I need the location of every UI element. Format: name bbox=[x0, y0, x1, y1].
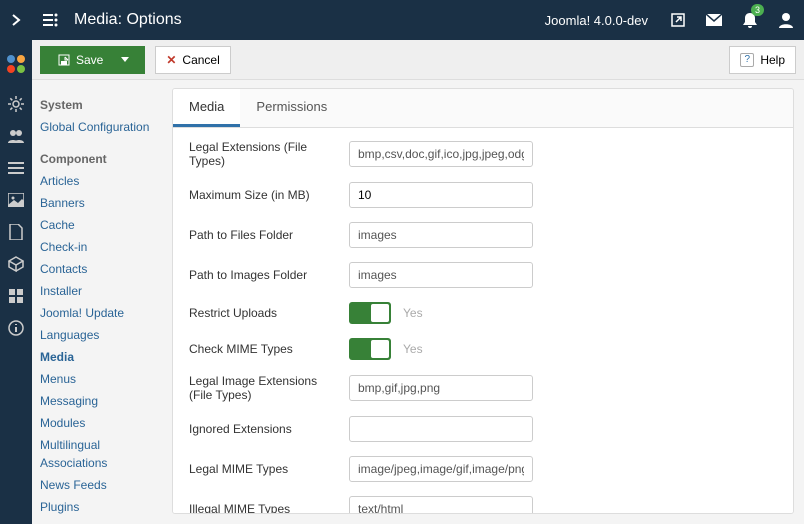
list-icon[interactable] bbox=[0, 152, 32, 184]
restrict-uploads-toggle[interactable] bbox=[349, 302, 391, 324]
icon-sidebar bbox=[0, 40, 32, 524]
sidebar-link-joomla-update[interactable]: Joomla! Update bbox=[40, 302, 164, 324]
restrict-uploads-label: Restrict Uploads bbox=[189, 306, 349, 320]
tab-permissions[interactable]: Permissions bbox=[240, 89, 343, 127]
sidebar-link-banners[interactable]: Banners bbox=[40, 192, 164, 214]
legal-mime-input[interactable] bbox=[349, 456, 533, 482]
sidebar-link-media[interactable]: Media bbox=[40, 346, 164, 368]
sidebar-link-global-configuration[interactable]: Global Configuration bbox=[40, 116, 164, 138]
top-bar: Media: Options Joomla! 4.0.0-dev 3 bbox=[0, 0, 804, 40]
notification-badge: 3 bbox=[751, 4, 764, 16]
save-dropdown-button[interactable] bbox=[121, 46, 145, 74]
illegal-mime-input[interactable] bbox=[349, 496, 533, 514]
sidebar-link-messaging[interactable]: Messaging bbox=[40, 390, 164, 412]
file-icon[interactable] bbox=[0, 216, 32, 248]
toolbar: Save ✕ Cancel ? Help bbox=[32, 40, 804, 80]
illegal-mime-label: Illegal MIME Types bbox=[189, 502, 349, 514]
brand-label[interactable]: Joomla! 4.0.0-dev bbox=[545, 13, 648, 28]
help-icon: ? bbox=[740, 53, 754, 67]
sidebar-link-menus[interactable]: Menus bbox=[40, 368, 164, 390]
user-menu-button[interactable] bbox=[768, 0, 804, 40]
path-images-input[interactable] bbox=[349, 262, 533, 288]
ignored-ext-input[interactable] bbox=[349, 416, 533, 442]
sidebar-link-modules[interactable]: Modules bbox=[40, 412, 164, 434]
tab-media[interactable]: Media bbox=[173, 89, 240, 127]
check-mime-value: Yes bbox=[403, 342, 423, 356]
image-icon[interactable] bbox=[0, 184, 32, 216]
modules-icon[interactable] bbox=[0, 280, 32, 312]
options-panel: Media Permissions Legal Extensions (File… bbox=[172, 88, 794, 514]
legal-extensions-label: Legal Extensions (File Types) bbox=[189, 140, 349, 168]
legal-image-ext-label: Legal Image Extensions (File Types) bbox=[189, 374, 349, 402]
settings-sidebar: System Global Configuration Component Ar… bbox=[32, 80, 172, 524]
legal-image-ext-input[interactable] bbox=[349, 375, 533, 401]
sidebar-link-news-feeds[interactable]: News Feeds bbox=[40, 474, 164, 496]
gear-icon[interactable] bbox=[0, 88, 32, 120]
check-mime-toggle[interactable] bbox=[349, 338, 391, 360]
restrict-uploads-value: Yes bbox=[403, 306, 423, 320]
save-button[interactable]: Save bbox=[40, 46, 121, 74]
sidebar-link-installer[interactable]: Installer bbox=[40, 280, 164, 302]
caret-down-icon bbox=[121, 57, 129, 62]
ignored-ext-label: Ignored Extensions bbox=[189, 422, 349, 436]
options-icon bbox=[32, 0, 70, 40]
sidebar-heading-system: System bbox=[40, 98, 164, 112]
path-files-input[interactable] bbox=[349, 222, 533, 248]
sidebar-toggle-button[interactable] bbox=[0, 0, 32, 40]
cancel-button-label: Cancel bbox=[182, 53, 219, 67]
external-link-button[interactable] bbox=[660, 0, 696, 40]
sidebar-link-post-installation-messages[interactable]: Post-installation Messages bbox=[40, 518, 164, 524]
path-images-label: Path to Images Folder bbox=[189, 268, 349, 282]
sidebar-link-cache[interactable]: Cache bbox=[40, 214, 164, 236]
messages-button[interactable] bbox=[696, 0, 732, 40]
check-mime-label: Check MIME Types bbox=[189, 342, 349, 356]
info-icon[interactable] bbox=[0, 312, 32, 344]
sidebar-link-multilingual-associations[interactable]: Multilingual Associations bbox=[40, 434, 164, 474]
maximum-size-input[interactable] bbox=[349, 182, 533, 208]
maximum-size-label: Maximum Size (in MB) bbox=[189, 188, 349, 202]
close-icon: ✕ bbox=[166, 53, 176, 67]
cancel-button[interactable]: ✕ Cancel bbox=[155, 46, 230, 74]
legal-mime-label: Legal MIME Types bbox=[189, 462, 349, 476]
sidebar-link-languages[interactable]: Languages bbox=[40, 324, 164, 346]
sidebar-link-plugins[interactable]: Plugins bbox=[40, 496, 164, 518]
save-button-label: Save bbox=[76, 53, 103, 67]
path-files-label: Path to Files Folder bbox=[189, 228, 349, 242]
users-icon[interactable] bbox=[0, 120, 32, 152]
sidebar-heading-component: Component bbox=[40, 152, 164, 166]
notifications-button[interactable]: 3 bbox=[732, 0, 768, 40]
save-icon bbox=[58, 54, 70, 66]
page-title: Media: Options bbox=[74, 11, 182, 29]
sidebar-link-contacts[interactable]: Contacts bbox=[40, 258, 164, 280]
cube-icon[interactable] bbox=[0, 248, 32, 280]
media-options-form: Legal Extensions (File Types) Maximum Si… bbox=[173, 128, 793, 514]
tabs: Media Permissions bbox=[173, 89, 793, 128]
legal-extensions-input[interactable] bbox=[349, 141, 533, 167]
help-button-label: Help bbox=[760, 53, 785, 67]
help-button[interactable]: ? Help bbox=[729, 46, 796, 74]
sidebar-link-check-in[interactable]: Check-in bbox=[40, 236, 164, 258]
joomla-logo-icon[interactable] bbox=[0, 48, 32, 80]
sidebar-link-articles[interactable]: Articles bbox=[40, 170, 164, 192]
